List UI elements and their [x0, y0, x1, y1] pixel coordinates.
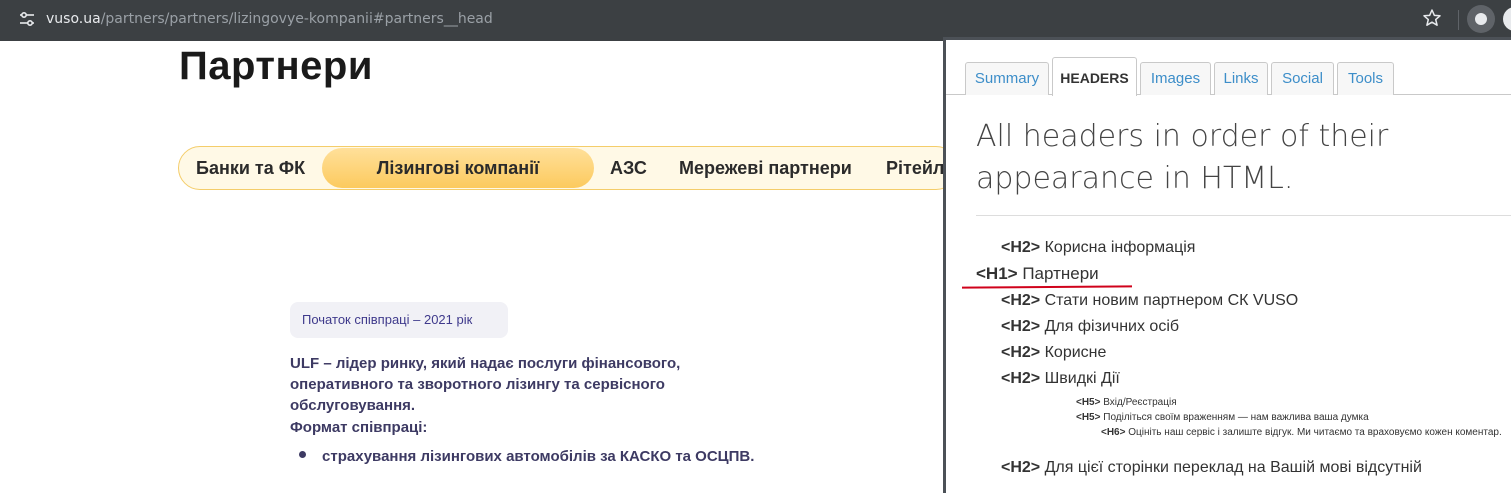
annotation-underline: [961, 285, 1133, 289]
browser-address-bar: vuso.ua/partners/partners/lizingovye-kom…: [0, 0, 1511, 41]
list-item: страхування лізингових автомобілів за КА…: [322, 448, 755, 465]
toolbar-divider: [1458, 10, 1459, 30]
panel-divider: [976, 215, 1511, 216]
tab-social[interactable]: Social: [1271, 62, 1334, 95]
tab-links[interactable]: Links: [1214, 62, 1268, 95]
tab-gas-stations[interactable]: АЗС: [610, 147, 647, 189]
tab-network-partners[interactable]: Мережеві партнери: [679, 147, 852, 189]
bullet-icon: [299, 451, 306, 458]
seo-extension-panel: Summary HEADERS Images Links Social Tool…: [943, 37, 1511, 493]
header-item: <H5> Вхід/Реєстрація: [1076, 397, 1177, 408]
url-field[interactable]: vuso.ua/partners/partners/lizingovye-kom…: [46, 10, 493, 28]
cooperation-format-label: Формат співпраці:: [290, 419, 428, 436]
cooperation-start-badge: Початок співпраці – 2021 рік: [290, 302, 508, 338]
header-item: <H2> Корисна інформація: [1001, 239, 1196, 256]
tab-retail[interactable]: Рітейл: [886, 147, 944, 189]
header-item: <H6> Оцініть наш сервіс і залиште відгук…: [1101, 427, 1502, 438]
header-item: <H2> Для цієї сторінки переклад на Вашій…: [1001, 459, 1422, 476]
tab-leasing-companies[interactable]: Лізингові компанії: [322, 148, 594, 188]
tab-headers[interactable]: HEADERS: [1052, 57, 1137, 96]
panel-tab-bar: Summary HEADERS Images Links Social Tool…: [946, 40, 1511, 96]
tab-summary[interactable]: Summary: [965, 62, 1049, 95]
partner-description: ULF – лідер ринку, який надає послуги фі…: [290, 355, 681, 414]
site-settings-icon[interactable]: [18, 10, 36, 28]
header-item: <H2> Для фізичних осіб: [1001, 318, 1180, 335]
header-item-h1: <H1> Партнери: [976, 264, 1099, 283]
tab-banks[interactable]: Банки та ФК: [196, 147, 305, 189]
page-title: Партнери: [179, 44, 373, 88]
profile-avatar[interactable]: [1503, 7, 1511, 31]
header-item: <H2> Швидкі Дії: [1001, 370, 1120, 387]
header-item: <H2> Корисне: [1001, 344, 1107, 361]
tab-images[interactable]: Images: [1140, 62, 1211, 95]
header-item: <H2> Стати новим партнером СК VUSO: [1001, 292, 1299, 309]
bookmark-star-icon[interactable]: [1422, 8, 1442, 28]
url-path: /partners/partners/lizingovye-kompanii#p…: [100, 11, 493, 27]
extension-icon[interactable]: [1467, 5, 1495, 33]
url-host: vuso.ua: [46, 11, 101, 27]
tab-tools[interactable]: Tools: [1337, 62, 1394, 95]
partner-category-tabs: Банки та ФК Лізингові компанії АЗС Мереж…: [178, 146, 958, 190]
header-item: <H5> Поділіться своїм враженням — нам ва…: [1076, 412, 1369, 423]
panel-heading: All headers in order of their appearance…: [976, 119, 1389, 196]
